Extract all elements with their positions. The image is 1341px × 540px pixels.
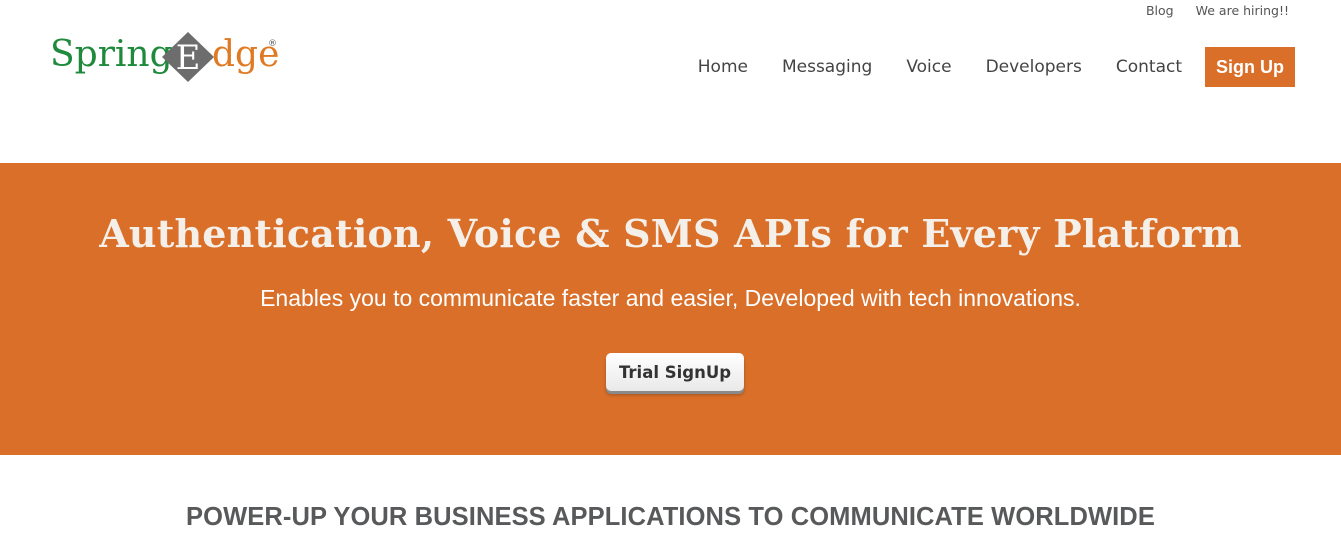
section-title: POWER-UP YOUR BUSINESS APPLICATIONS TO C… [186,503,1155,531]
nav-item-developers[interactable]: Developers [986,57,1082,77]
hero-banner: Authentication, Voice & SMS APIs for Eve… [0,163,1341,455]
registered-mark: ® [268,39,277,49]
logo-text-e: E [176,38,201,78]
nav-item-messaging[interactable]: Messaging [782,57,872,77]
blog-link[interactable]: Blog [1146,3,1174,18]
main-nav: Home Messaging Voice Developers Contact … [698,47,1295,87]
nav-item-contact[interactable]: Contact [1116,57,1182,77]
hiring-link[interactable]: We are hiring!! [1196,3,1289,18]
top-utility-links: Blog We are hiring!! [1146,3,1289,18]
logo-text-spring: Spring [50,34,173,75]
trial-signup-button[interactable]: Trial SignUp [606,353,744,391]
nav-item-voice[interactable]: Voice [906,57,951,77]
hero-title: Authentication, Voice & SMS APIs for Eve… [99,211,1242,256]
springedge-logo[interactable]: Spring E dge ® [50,28,280,88]
hero-subtitle: Enables you to communicate faster and ea… [260,285,1081,311]
nav-item-home[interactable]: Home [698,57,748,77]
sign-up-button[interactable]: Sign Up [1205,47,1295,87]
